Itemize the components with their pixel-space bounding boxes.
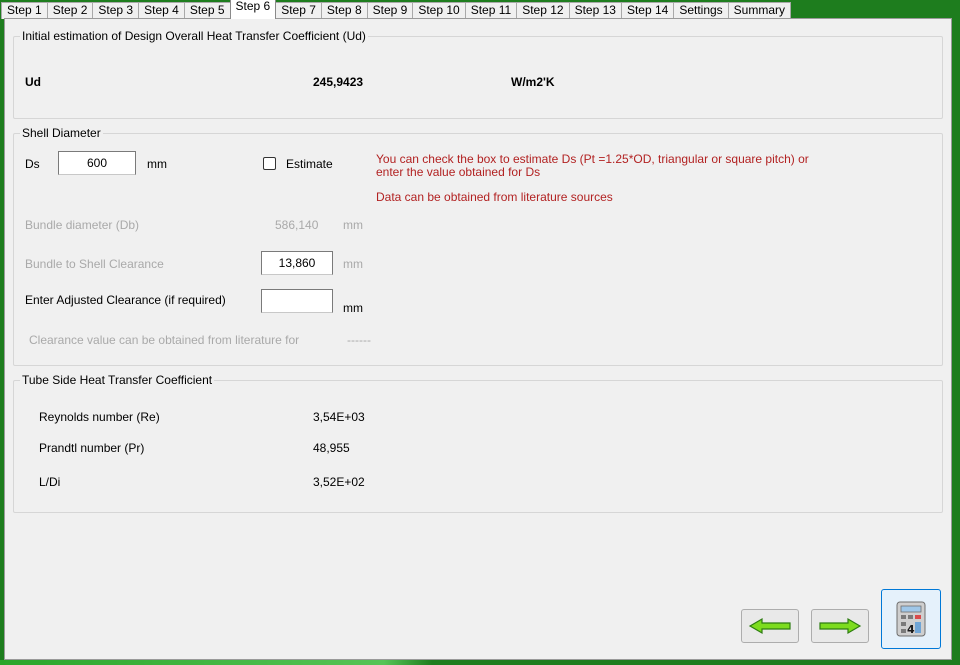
tab-step-5[interactable]: Step 5 xyxy=(183,2,231,19)
tab-step-9[interactable]: Step 9 xyxy=(366,2,414,19)
status-strip xyxy=(0,660,960,665)
ud-group: Initial estimation of Design Overall Hea… xyxy=(13,29,943,119)
tab-step-11[interactable]: Step 11 xyxy=(464,2,518,19)
tab-step-14[interactable]: Step 14 xyxy=(620,2,675,19)
calculate-button[interactable]: 4 xyxy=(881,589,941,649)
tab-step-4[interactable]: Step 4 xyxy=(138,2,185,19)
ds-unit: mm xyxy=(147,157,167,171)
clearance-literature-value: ------ xyxy=(347,333,371,347)
ud-label: Ud xyxy=(25,75,41,89)
next-button[interactable] xyxy=(811,609,869,643)
tab-strip: Step 1 Step 2 Step 3 Step 4 Step 5 Step … xyxy=(0,0,960,19)
reynolds-label: Reynolds number (Re) xyxy=(39,410,160,424)
tube-group-title: Tube Side Heat Transfer Coefficient xyxy=(22,373,213,387)
back-button[interactable] xyxy=(741,609,799,643)
adjusted-clearance-unit: mm xyxy=(343,301,363,315)
svg-text:4: 4 xyxy=(907,623,915,636)
bundle-clearance-field: 13,860 xyxy=(261,251,333,275)
bundle-clearance-unit: mm xyxy=(343,257,363,271)
tab-summary[interactable]: Summary xyxy=(727,2,792,19)
tab-step-3[interactable]: Step 3 xyxy=(92,2,140,19)
tab-step-8[interactable]: Step 8 xyxy=(320,2,368,19)
estimate-label[interactable]: Estimate xyxy=(286,157,333,171)
tab-step-6[interactable]: Step 6 xyxy=(229,0,277,19)
shell-group-title: Shell Diameter xyxy=(22,126,101,140)
bundle-diameter-unit: mm xyxy=(343,218,363,232)
ud-unit: W/m2'K xyxy=(511,75,555,89)
left-arrow-icon xyxy=(748,617,791,635)
bundle-clearance-label: Bundle to Shell Clearance xyxy=(25,257,164,271)
tab-step-10[interactable]: Step 10 xyxy=(412,2,466,19)
adjusted-clearance-label: Enter Adjusted Clearance (if required) xyxy=(25,293,226,307)
reynolds-value: 3,54E+03 xyxy=(313,410,365,424)
tab-settings[interactable]: Settings xyxy=(673,2,729,19)
ds-hint-line-1: You can check the box to estimate Ds (Pt… xyxy=(376,152,809,166)
l-di-value: 3,52E+02 xyxy=(313,475,365,489)
ds-hint-line-2: enter the value obtained for Ds xyxy=(376,165,541,179)
adjusted-clearance-input[interactable] xyxy=(261,289,333,313)
tab-step-13[interactable]: Step 13 xyxy=(568,2,622,19)
tab-step-12[interactable]: Step 12 xyxy=(516,2,570,19)
ds-hint-line-3: Data can be obtained from literature sou… xyxy=(376,190,613,204)
l-di-label: L/Di xyxy=(39,475,61,489)
bundle-diameter-value: 586,140 xyxy=(275,218,319,232)
prandtl-label: Prandtl number (Pr) xyxy=(39,441,145,455)
ds-input[interactable]: 600 xyxy=(58,151,136,175)
prandtl-value: 48,955 xyxy=(313,441,350,455)
clearance-literature-label: Clearance value can be obtained from lit… xyxy=(29,333,300,347)
tab-step-7[interactable]: Step 7 xyxy=(275,2,322,19)
step-6-panel: Initial estimation of Design Overall Hea… xyxy=(4,18,952,660)
ds-label: Ds xyxy=(25,157,40,171)
tab-step-1[interactable]: Step 1 xyxy=(1,2,48,19)
tab-step-2[interactable]: Step 2 xyxy=(46,2,94,19)
calculator-icon: 4 xyxy=(896,601,926,637)
ud-value: 245,9423 xyxy=(313,75,364,89)
tube-side-group: Tube Side Heat Transfer Coefficient xyxy=(13,373,943,513)
estimate-checkbox[interactable] xyxy=(263,157,276,170)
right-arrow-icon xyxy=(819,617,862,635)
bundle-diameter-label: Bundle diameter (Db) xyxy=(25,218,140,232)
ud-group-title: Initial estimation of Design Overall Hea… xyxy=(22,29,366,43)
